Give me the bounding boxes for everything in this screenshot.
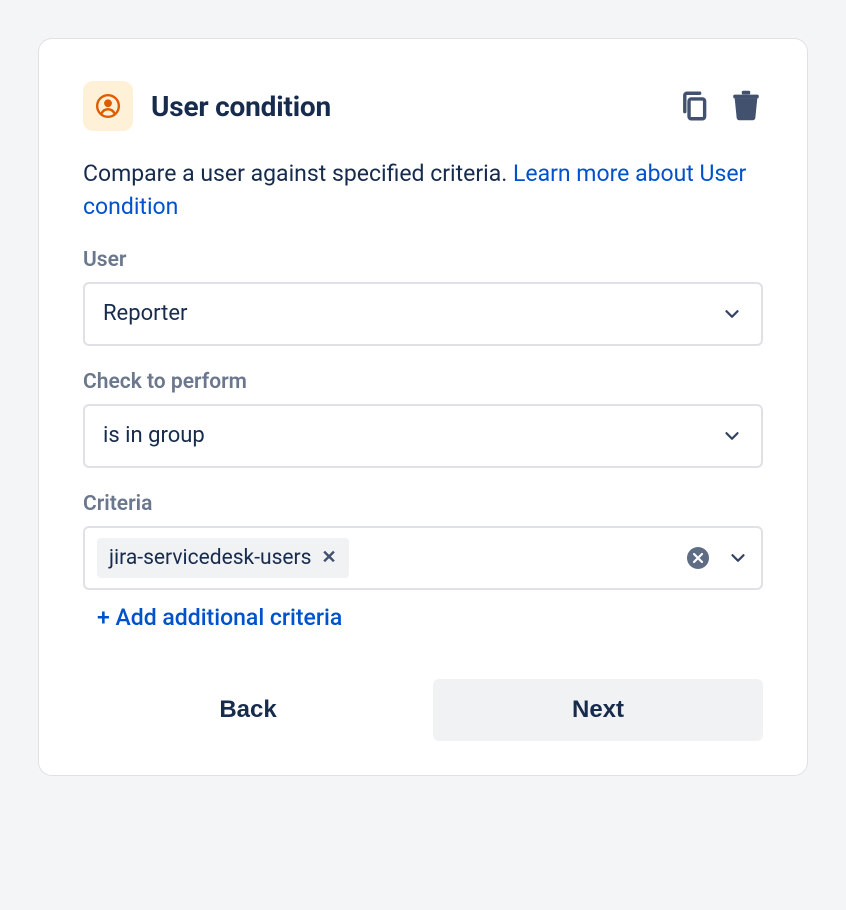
next-button[interactable]: Next xyxy=(433,679,763,741)
header-left: User condition xyxy=(83,81,331,131)
delete-button[interactable] xyxy=(729,87,763,125)
back-button[interactable]: Back xyxy=(83,679,413,741)
user-select[interactable]: Reporter xyxy=(83,282,763,346)
user-field-label: User xyxy=(83,248,763,272)
user-condition-panel: User condition Compare a user against sp… xyxy=(38,38,808,776)
check-select-value: is in group xyxy=(103,423,721,448)
user-condition-icon xyxy=(83,81,133,131)
chevron-down-icon xyxy=(721,425,743,447)
chevron-down-icon xyxy=(727,547,749,569)
panel-title: User condition xyxy=(151,90,331,123)
check-select[interactable]: is in group xyxy=(83,404,763,468)
panel-footer: Back Next xyxy=(83,679,763,741)
duplicate-button[interactable] xyxy=(677,89,711,123)
panel-description: Compare a user against specified criteri… xyxy=(83,157,763,224)
add-criteria-link[interactable]: + Add additional criteria xyxy=(83,604,342,631)
criteria-field-label: Criteria xyxy=(83,492,763,516)
panel-header: User condition xyxy=(83,81,763,131)
user-select-value: Reporter xyxy=(103,301,721,326)
clear-criteria-button[interactable] xyxy=(687,547,709,569)
check-field-label: Check to perform xyxy=(83,370,763,394)
criteria-chip: jira-servicedesk-users ✕ xyxy=(97,538,349,578)
header-actions xyxy=(677,87,763,125)
criteria-chip-label: jira-servicedesk-users xyxy=(109,546,312,570)
chip-remove-icon[interactable]: ✕ xyxy=(322,547,337,568)
description-text: Compare a user against specified criteri… xyxy=(83,160,513,187)
chevron-down-icon xyxy=(721,303,743,325)
criteria-select[interactable]: jira-servicedesk-users ✕ xyxy=(83,526,763,590)
